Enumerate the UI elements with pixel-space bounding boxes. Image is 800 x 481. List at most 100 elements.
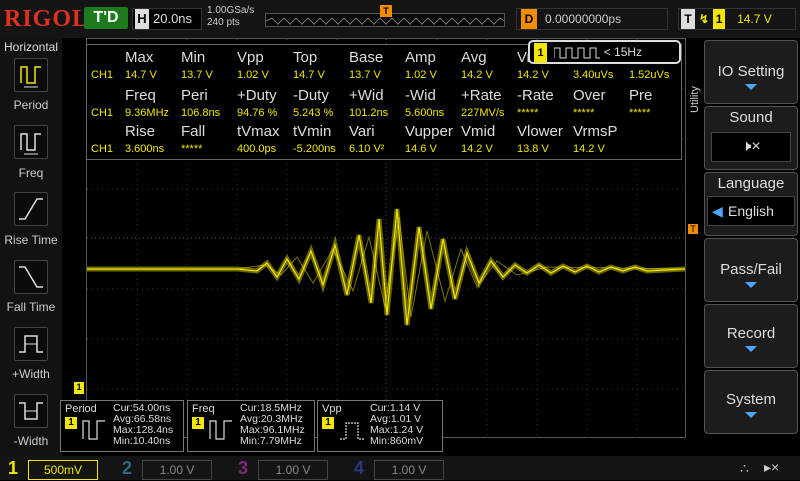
- stat-title: Vpp: [322, 403, 342, 415]
- meas-header: -Duty: [293, 87, 329, 104]
- timebase-value: 20.0ns: [153, 11, 193, 26]
- rising-edge-icon: ↯: [699, 12, 710, 26]
- pass-fail-label: Pass/Fail: [720, 261, 782, 278]
- pulse-channel: 1: [534, 43, 547, 63]
- meas-header: Max: [125, 49, 154, 66]
- meas-value: 94.76 %: [237, 107, 278, 119]
- meas-value: 101.2ns: [349, 107, 389, 119]
- meas-header: +Rate: [461, 87, 502, 104]
- stat-freq: Freq 1 Cur:18.5MHz Avg:20.3MHz Max:96.1MHz…: [187, 400, 315, 452]
- system-label: System: [725, 391, 776, 408]
- meas-header: Pre: [629, 87, 653, 104]
- rise-time-button[interactable]: [14, 192, 48, 226]
- meas-value: *****: [573, 107, 595, 119]
- language-button[interactable]: Language ◀ English: [704, 172, 798, 236]
- timebase-label: H: [135, 9, 149, 29]
- ch1-ground-marker[interactable]: 1: [74, 382, 84, 394]
- meas-header: tVmin: [293, 123, 332, 140]
- stat-period: Period 1 Cur:54.00ns Avg:66.58ns Max:128.4…: [60, 400, 184, 452]
- trigger-display[interactable]: T ↯ 1 14.7 V: [678, 8, 796, 30]
- stat-min: Min:7.79MHz: [240, 435, 302, 447]
- pulse-train-icon: [553, 47, 601, 59]
- usb-icon: ∴: [740, 460, 749, 476]
- trigger-level: 14.7 V: [737, 12, 772, 26]
- freq-button[interactable]: [14, 125, 48, 159]
- stat-min: Min:860mV: [370, 435, 424, 447]
- meas-value: 14.2 V: [461, 143, 493, 155]
- speaker-muted-icon: ▸×: [764, 459, 780, 475]
- vpp-icon: [340, 422, 364, 440]
- stat-title: Period: [65, 403, 97, 415]
- delay-display[interactable]: D 0.00000000ps: [516, 8, 668, 30]
- channel-2-tab[interactable]: 2 1.00 V: [118, 457, 212, 480]
- stat-channel: 1: [192, 417, 204, 429]
- period-icon: [82, 420, 105, 440]
- meas-header: tVmax: [237, 123, 280, 140]
- fall-time-icon: [19, 266, 43, 288]
- freq-icon: [209, 420, 232, 440]
- meas-value: 6.10 V²: [349, 143, 385, 155]
- io-setting-label: IO Setting: [717, 63, 785, 80]
- expand-down-icon: [745, 282, 757, 288]
- meas-value: *****: [517, 107, 539, 119]
- meas-value: 13.7 V: [181, 69, 213, 81]
- timebase-display[interactable]: H 20.0ns: [132, 8, 202, 30]
- meas-value: 14.2 V: [517, 69, 549, 81]
- channel-number: 2: [121, 458, 132, 478]
- meas-value: *****: [181, 143, 203, 155]
- run-state-badge[interactable]: T'D: [84, 7, 128, 29]
- language-value-box: ◀ English: [707, 196, 795, 226]
- pulse-trigger-box[interactable]: 1 < 15Hz: [528, 40, 681, 64]
- sound-button[interactable]: Sound 🕨×: [704, 106, 798, 170]
- meas-header: +Wid: [349, 87, 384, 104]
- negative-width-button[interactable]: [14, 394, 48, 428]
- meas-header: Rise: [125, 123, 156, 140]
- meas-header: Freq: [125, 87, 156, 104]
- meas-header: Top: [293, 49, 318, 66]
- trigger-level-marker[interactable]: T: [688, 224, 698, 234]
- record-label: Record: [726, 325, 776, 342]
- expand-down-icon: [745, 412, 757, 418]
- language-value: English: [728, 203, 774, 219]
- channel-number: 4: [353, 458, 364, 478]
- period-icon: [20, 66, 41, 88]
- period-label: Period: [13, 98, 49, 112]
- record-button[interactable]: Record: [704, 304, 798, 368]
- meas-header: Min: [181, 49, 206, 66]
- channel-scale: 1.00 V: [374, 460, 444, 480]
- memory-points: 240 pts: [207, 17, 240, 28]
- sound-label: Sound: [729, 109, 773, 126]
- meas-header: Vmid: [461, 123, 496, 140]
- meas-value: *****: [629, 107, 651, 119]
- meas-value: 14.7 V: [293, 69, 325, 81]
- pass-fail-button[interactable]: Pass/Fail: [704, 238, 798, 302]
- meas-header: Over: [573, 87, 606, 104]
- meas-row3-values: CH1 3.600ns ***** 400.0ps -5.200ns 6.10 …: [87, 143, 683, 161]
- io-setting-button[interactable]: IO Setting: [704, 40, 798, 104]
- rise-time-label: Rise Time: [4, 233, 58, 247]
- channel-3-tab[interactable]: 3 1.00 V: [234, 457, 328, 480]
- stat-values: Cur:1.14 V Avg:1.01 V Max:1.24 V Min:860mV: [370, 403, 423, 447]
- stat-channel: 1: [322, 417, 334, 429]
- channel-scale: 1.00 V: [142, 460, 212, 480]
- trigger-position-marker[interactable]: T: [380, 5, 392, 17]
- channel-4-tab[interactable]: 4 1.00 V: [350, 457, 444, 480]
- trigger-label: T: [681, 9, 695, 29]
- channel-scale: 1.00 V: [258, 460, 328, 480]
- speaker-muted-icon: 🕨×: [711, 132, 791, 162]
- trigger-source: 1: [713, 9, 726, 29]
- period-button[interactable]: [14, 58, 48, 92]
- meas-value: 1.02 V: [405, 69, 437, 81]
- channel-number: 1: [7, 458, 18, 478]
- utility-menu-title: Utility: [689, 86, 701, 114]
- meas-header: Vari: [349, 123, 375, 140]
- meas-value: 14.7 V: [125, 69, 157, 81]
- positive-width-button[interactable]: [14, 327, 48, 361]
- stat-channel: 1: [65, 417, 77, 429]
- fall-time-button[interactable]: [14, 260, 48, 294]
- meas-value: 3.600ns: [125, 143, 165, 155]
- meas-row1-values: CH1 14.7 V 13.7 V 1.02 V 14.7 V 13.7 V 1…: [87, 69, 683, 87]
- system-button[interactable]: System: [704, 370, 798, 434]
- channel-1-tab[interactable]: 1 500mV: [4, 457, 98, 480]
- meas-value: 106.8ns: [181, 107, 221, 119]
